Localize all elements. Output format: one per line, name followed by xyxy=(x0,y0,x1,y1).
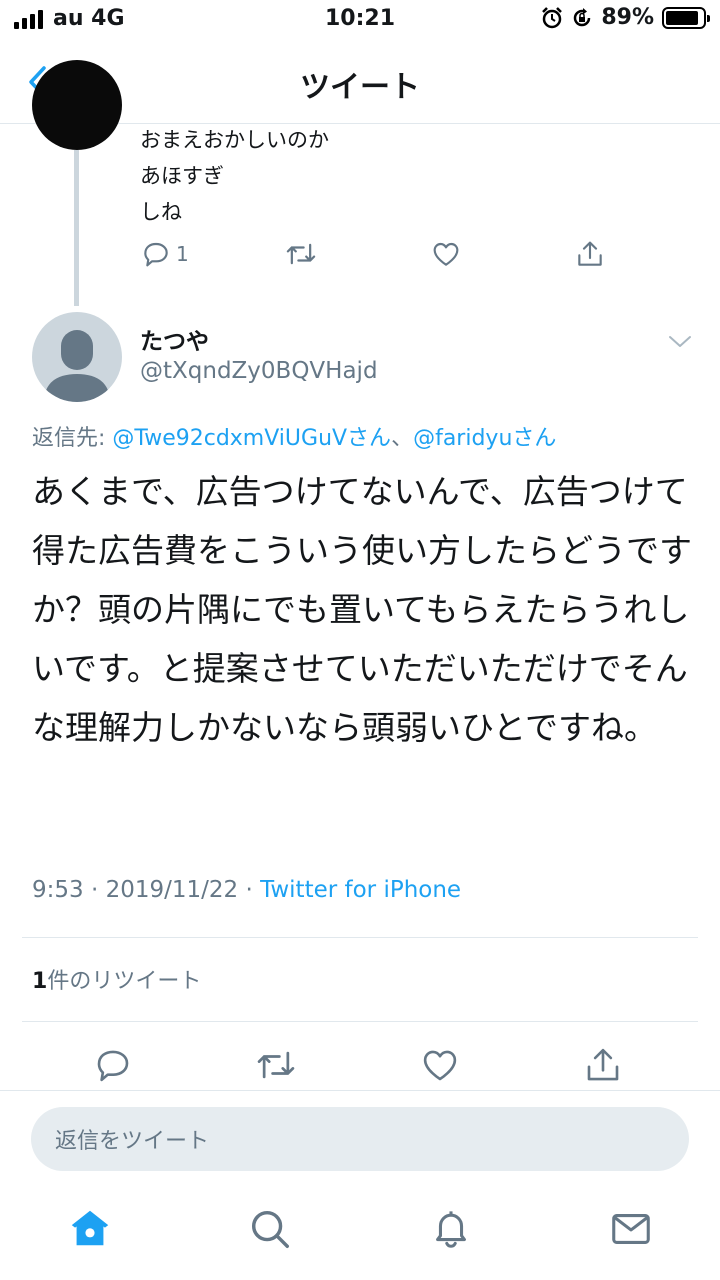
battery-percent: 89% xyxy=(601,5,654,30)
tab-home[interactable] xyxy=(65,1204,115,1254)
retweet-icon xyxy=(286,243,316,265)
reply-input[interactable]: 返信をツイート xyxy=(31,1107,689,1171)
status-bar: au 4G 10:21 89% xyxy=(0,0,720,40)
home-icon xyxy=(71,1210,109,1246)
battery-icon xyxy=(662,6,710,29)
reply-count: 1 xyxy=(176,242,189,266)
reply-icon xyxy=(144,242,168,267)
tweet-meta: 9:53 · 2019/11/22 · Twitter for iPhone xyxy=(32,877,461,903)
mention-link[interactable]: @Twe92cdxmViUGuVさん xyxy=(112,426,391,451)
display-name[interactable]: たつや xyxy=(140,322,209,356)
heart-icon xyxy=(423,1050,457,1081)
mail-icon xyxy=(612,1214,650,1244)
user-handle[interactable]: @tXqndZy0BQVHajd xyxy=(140,358,378,384)
alarm-icon xyxy=(542,6,563,28)
reply-button[interactable]: 1 xyxy=(140,236,189,272)
retweet-icon xyxy=(257,1051,295,1079)
status-right: 89% xyxy=(541,5,710,30)
heart-icon xyxy=(433,242,459,266)
retweet-stats[interactable]: 1件のリツイート xyxy=(32,963,201,995)
search-icon xyxy=(251,1210,289,1248)
divider xyxy=(22,1021,698,1022)
reply-button[interactable] xyxy=(88,1040,138,1090)
tab-notifications[interactable] xyxy=(426,1204,476,1254)
mention-link[interactable]: @faridyuさん xyxy=(413,426,556,451)
meta-separator: · xyxy=(83,877,106,903)
retweet-button[interactable] xyxy=(284,236,318,272)
tab-bar xyxy=(0,1190,720,1280)
share-button[interactable] xyxy=(578,1040,628,1090)
reply-placeholder: 返信をツイート xyxy=(55,1129,210,1154)
previous-tweet-text: おまえおかしいのか あほすぎ しね xyxy=(140,128,329,224)
like-button[interactable] xyxy=(415,1040,465,1090)
replying-to: 返信先: @Twe92cdxmViUGuVさん、@faridyuさん xyxy=(32,420,556,452)
mention-separator: 、 xyxy=(391,426,414,451)
battery-level xyxy=(666,10,699,25)
share-icon xyxy=(587,1048,619,1081)
tweet-time: 9:53 xyxy=(32,877,84,903)
thread-line xyxy=(74,150,79,306)
replying-label: 返信先: xyxy=(32,426,113,451)
previous-tweet-actions: 1 xyxy=(140,236,620,272)
tab-messages[interactable] xyxy=(606,1204,656,1254)
reply-bar: 返信をツイート xyxy=(0,1090,720,1190)
retweet-count: 1 xyxy=(32,969,48,994)
bell-icon xyxy=(436,1211,466,1248)
chevron-down-icon[interactable] xyxy=(664,330,696,354)
tweet-actions xyxy=(0,1040,720,1090)
tweet-text: あくまで、広告つけてないんで、広告つけて得た広告費をこういう使い方したらどうです… xyxy=(32,472,692,747)
meta-separator: · xyxy=(238,877,261,903)
retweet-label: 件のリツイート xyxy=(47,969,202,994)
retweet-button[interactable] xyxy=(251,1040,301,1090)
avatar[interactable] xyxy=(32,312,122,402)
previous-tweet-avatar[interactable] xyxy=(32,60,122,150)
reply-icon xyxy=(97,1050,129,1082)
like-button[interactable] xyxy=(430,236,462,272)
share-button[interactable] xyxy=(574,236,606,272)
tweet-date: 2019/11/22 xyxy=(105,877,239,903)
rotation-lock-icon xyxy=(574,7,591,26)
tweet-source-link[interactable]: Twitter for iPhone xyxy=(260,877,461,903)
tab-search[interactable] xyxy=(245,1204,295,1254)
divider xyxy=(22,937,698,938)
default-avatar-icon xyxy=(44,330,110,402)
share-icon xyxy=(578,241,602,266)
